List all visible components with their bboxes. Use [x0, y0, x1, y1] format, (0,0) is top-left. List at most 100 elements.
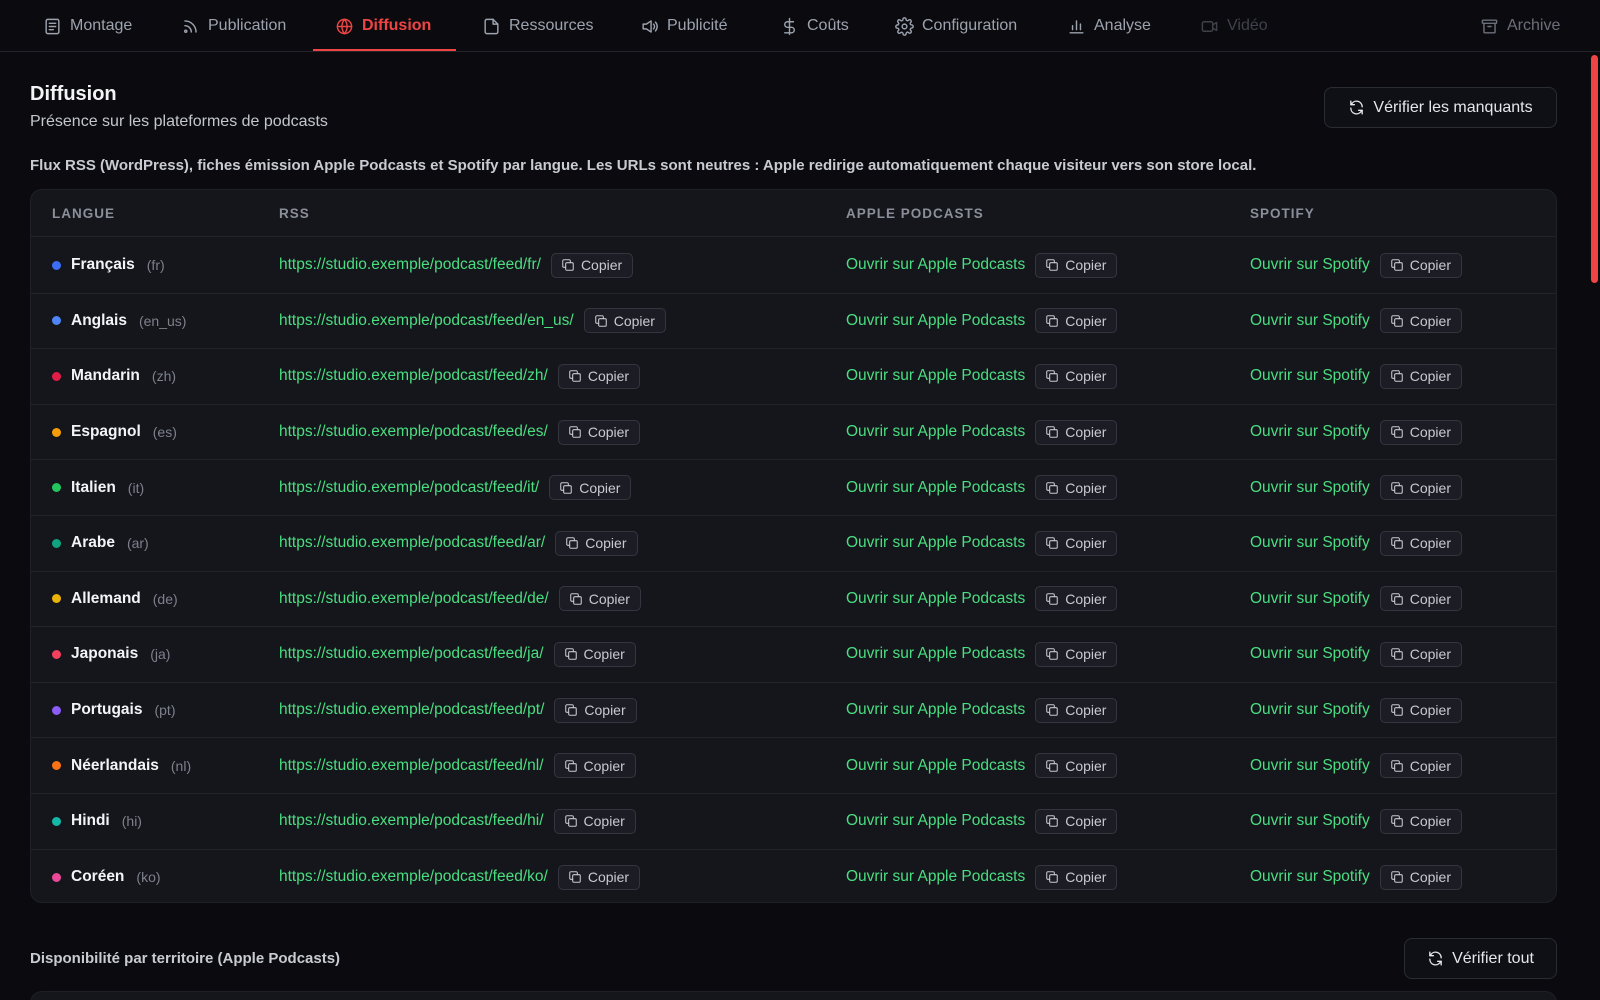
- copy-apple-button[interactable]: Copier: [1035, 419, 1118, 445]
- copy-spotify-button[interactable]: Copier: [1379, 753, 1462, 779]
- tab-archive[interactable]: Archive: [1480, 0, 1560, 52]
- copy-rss-button[interactable]: Copier: [557, 363, 641, 389]
- copy-label: Copier: [583, 646, 625, 663]
- rss-cell: https://studio.exemple/podcast/feed/zh/C…: [279, 349, 641, 404]
- apple-podcasts-link[interactable]: Ouvrir sur Apple Podcasts: [846, 479, 1025, 497]
- tab-publication[interactable]: Publication: [181, 0, 286, 52]
- rss-feed-link[interactable]: https://studio.exemple/podcast/feed/de/: [279, 590, 549, 608]
- copy-spotify-button[interactable]: Copier: [1379, 308, 1462, 334]
- apple-podcasts-link[interactable]: Ouvrir sur Apple Podcasts: [846, 256, 1025, 274]
- table-row: Français (fr) https://studio.exemple/podca…: [31, 238, 1556, 294]
- copy-spotify-button[interactable]: Copier: [1379, 586, 1462, 612]
- copy-apple-button[interactable]: Copier: [1035, 864, 1118, 890]
- refresh-icon: [1350, 100, 1364, 115]
- copy-apple-button[interactable]: Copier: [1035, 363, 1118, 389]
- copy-rss-button[interactable]: Copier: [549, 475, 632, 501]
- spotify-link[interactable]: Ouvrir sur Spotify: [1250, 868, 1370, 886]
- rss-feed-link[interactable]: https://studio.exemple/podcast/feed/ar/: [279, 534, 545, 552]
- tab-analyse[interactable]: Analyse: [1067, 0, 1151, 52]
- rss-feed-link[interactable]: https://studio.exemple/podcast/feed/es/: [279, 423, 548, 441]
- apple-podcasts-link[interactable]: Ouvrir sur Apple Podcasts: [846, 590, 1025, 608]
- copy-spotify-button[interactable]: Copier: [1379, 697, 1462, 723]
- copy-rss-button[interactable]: Copier: [553, 808, 636, 834]
- copy-rss-button[interactable]: Copier: [558, 586, 641, 612]
- apple-podcasts-link[interactable]: Ouvrir sur Apple Podcasts: [846, 367, 1025, 385]
- copy-label: Copier: [1409, 646, 1451, 663]
- tab-publicite[interactable]: Publicité: [640, 0, 727, 52]
- spotify-cell: Ouvrir sur Spotify Copier: [1250, 738, 1462, 793]
- copy-rss-button[interactable]: Copier: [557, 419, 641, 445]
- copy-rss-button[interactable]: Copier: [557, 864, 641, 890]
- copy-spotify-button[interactable]: Copier: [1379, 864, 1462, 890]
- spotify-link[interactable]: Ouvrir sur Spotify: [1250, 645, 1370, 663]
- copy-spotify-button[interactable]: Copier: [1379, 419, 1462, 445]
- rss-feed-link[interactable]: https://studio.exemple/podcast/feed/ko/: [279, 868, 548, 886]
- spotify-link[interactable]: Ouvrir sur Spotify: [1250, 812, 1370, 830]
- active-tab-indicator: [313, 49, 456, 51]
- tab-couts[interactable]: Coûts: [780, 0, 849, 52]
- copy-apple-button[interactable]: Copier: [1035, 808, 1118, 834]
- apple-podcasts-link[interactable]: Ouvrir sur Apple Podcasts: [846, 423, 1025, 441]
- tab-ressources[interactable]: Ressources: [482, 0, 593, 52]
- apple-podcasts-link[interactable]: Ouvrir sur Apple Podcasts: [846, 645, 1025, 663]
- copy-rss-button[interactable]: Copier: [554, 697, 637, 723]
- rss-feed-link[interactable]: https://studio.exemple/podcast/feed/fr/: [279, 256, 541, 274]
- apple-podcasts-link[interactable]: Ouvrir sur Apple Podcasts: [846, 757, 1025, 775]
- copy-icon: [562, 259, 574, 272]
- copy-rss-button[interactable]: Copier: [553, 753, 636, 779]
- language-color-dot: [52, 872, 61, 882]
- rss-feed-link[interactable]: https://studio.exemple/podcast/feed/nl/: [279, 757, 544, 775]
- copy-icon: [1046, 426, 1058, 438]
- spotify-link[interactable]: Ouvrir sur Spotify: [1250, 590, 1370, 608]
- tab-diffusion[interactable]: Diffusion: [335, 0, 431, 52]
- apple-podcasts-link[interactable]: Ouvrir sur Apple Podcasts: [846, 312, 1025, 330]
- spotify-link[interactable]: Ouvrir sur Spotify: [1250, 701, 1370, 719]
- copy-label: Copier: [588, 590, 630, 607]
- rss-feed-link[interactable]: https://studio.exemple/podcast/feed/ja/: [279, 645, 544, 663]
- copy-rss-button[interactable]: Copier: [550, 252, 634, 278]
- rss-feed-link[interactable]: https://studio.exemple/podcast/feed/hi/: [279, 812, 544, 830]
- rss-feed-link[interactable]: https://studio.exemple/podcast/feed/it/: [279, 479, 539, 497]
- copy-spotify-button[interactable]: Copier: [1379, 363, 1462, 389]
- copy-spotify-button[interactable]: Copier: [1379, 252, 1462, 278]
- spotify-link[interactable]: Ouvrir sur Spotify: [1250, 757, 1370, 775]
- spotify-link[interactable]: Ouvrir sur Spotify: [1250, 534, 1370, 552]
- copy-label: Copier: [587, 424, 630, 441]
- copy-spotify-button[interactable]: Copier: [1379, 530, 1462, 556]
- copy-apple-button[interactable]: Copier: [1035, 308, 1118, 334]
- rss-feed-link[interactable]: https://studio.exemple/podcast/feed/pt/: [279, 701, 544, 719]
- copy-apple-button[interactable]: Copier: [1035, 475, 1118, 501]
- tab-label: Ressources: [509, 17, 594, 34]
- language-name: Mandarin: [71, 367, 140, 385]
- spotify-link[interactable]: Ouvrir sur Spotify: [1250, 256, 1370, 274]
- copy-rss-button[interactable]: Copier: [553, 641, 636, 667]
- copy-icon: [569, 426, 581, 438]
- copy-apple-button[interactable]: Copier: [1035, 697, 1118, 723]
- rss-feed-link[interactable]: https://studio.exemple/podcast/feed/zh/: [279, 367, 548, 385]
- copy-spotify-button[interactable]: Copier: [1379, 641, 1462, 667]
- apple-podcasts-link[interactable]: Ouvrir sur Apple Podcasts: [846, 812, 1025, 830]
- tab-configuration[interactable]: Configuration: [895, 0, 1017, 52]
- copy-apple-button[interactable]: Copier: [1035, 252, 1118, 278]
- apple-podcasts-link[interactable]: Ouvrir sur Apple Podcasts: [846, 534, 1025, 552]
- check-all-button[interactable]: Vérifier tout: [1404, 938, 1557, 979]
- spotify-link[interactable]: Ouvrir sur Spotify: [1250, 312, 1370, 330]
- copy-apple-button[interactable]: Copier: [1035, 641, 1118, 667]
- copy-apple-button[interactable]: Copier: [1035, 586, 1118, 612]
- rss-feed-link[interactable]: https://studio.exemple/podcast/feed/en_u…: [279, 312, 574, 330]
- copy-rss-button[interactable]: Copier: [583, 308, 666, 334]
- copy-spotify-button[interactable]: Copier: [1379, 475, 1462, 501]
- copy-spotify-button[interactable]: Copier: [1379, 808, 1462, 834]
- copy-rss-button[interactable]: Copier: [555, 530, 638, 556]
- copy-apple-button[interactable]: Copier: [1035, 753, 1118, 779]
- scrollbar-thumb[interactable]: [1591, 55, 1598, 283]
- copy-apple-button[interactable]: Copier: [1035, 530, 1118, 556]
- check-missing-button[interactable]: Vérifier les manquants: [1324, 87, 1557, 128]
- apple-podcasts-link[interactable]: Ouvrir sur Apple Podcasts: [846, 701, 1025, 719]
- spotify-link[interactable]: Ouvrir sur Spotify: [1250, 423, 1370, 441]
- spotify-link[interactable]: Ouvrir sur Spotify: [1250, 479, 1370, 497]
- apple-cell: Ouvrir sur Apple Podcasts Copier: [846, 572, 1118, 627]
- tab-montage[interactable]: Montage: [43, 0, 132, 52]
- apple-podcasts-link[interactable]: Ouvrir sur Apple Podcasts: [846, 868, 1025, 886]
- spotify-link[interactable]: Ouvrir sur Spotify: [1250, 367, 1370, 385]
